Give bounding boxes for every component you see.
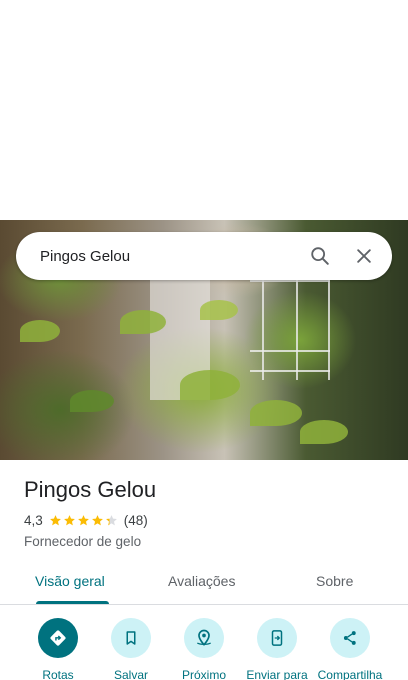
rating-row[interactable]: 4,3 (48) — [24, 513, 394, 528]
nearby-button[interactable]: Próximo — [164, 618, 244, 680]
tab-bar: Visão geral Avaliações Sobre — [0, 560, 408, 605]
photo-foliage — [180, 370, 240, 400]
blank-map-area — [0, 0, 408, 220]
active-tab-indicator — [36, 601, 109, 604]
place-title: Pingos Gelou — [24, 477, 157, 502]
search-icon[interactable] — [298, 234, 342, 278]
rating-stars — [49, 514, 119, 527]
directions-label: Rotas — [42, 668, 74, 680]
send-to-phone-icon — [257, 618, 297, 658]
photo-foliage — [200, 300, 238, 320]
action-bar: Rotas Salvar Próximo Enviar para Compart… — [0, 618, 408, 680]
send-to-phone-label: Enviar para — [246, 668, 308, 680]
save-button[interactable]: Salvar — [91, 618, 171, 680]
photo-foliage — [120, 310, 166, 334]
share-button[interactable]: Compartilha — [310, 618, 390, 680]
photo-railing-post — [262, 280, 264, 380]
share-label: Compartilha — [317, 668, 383, 680]
place-info: Pingos Gelou 4,3 (48) Fornecedor de gelo — [24, 476, 394, 549]
star-icon — [49, 515, 61, 526]
star-icon — [105, 515, 117, 526]
tab-reviews[interactable]: Avaliações — [168, 573, 235, 589]
photo-railing-post — [296, 280, 298, 380]
place-category[interactable]: Fornecedor de gelo — [24, 534, 394, 549]
star-icon — [63, 515, 75, 526]
bookmark-icon — [111, 618, 151, 658]
nearby-icon — [184, 618, 224, 658]
photo-foliage — [300, 420, 348, 444]
directions-button[interactable]: Rotas — [18, 618, 98, 680]
share-icon — [330, 618, 370, 658]
photo-foliage — [250, 400, 302, 426]
star-icon — [91, 515, 103, 526]
review-count[interactable]: (48) — [124, 513, 148, 528]
photo-foliage — [70, 390, 114, 412]
nearby-label: Próximo — [181, 668, 226, 680]
tab-overview[interactable]: Visão geral — [35, 573, 105, 589]
photo-railing-post — [328, 280, 330, 380]
star-icon — [77, 515, 89, 526]
directions-icon — [38, 618, 78, 658]
tab-about[interactable]: Sobre — [316, 573, 353, 589]
save-label: Salvar — [113, 668, 148, 680]
search-input[interactable]: Pingos Gelou — [40, 248, 298, 265]
close-icon[interactable] — [342, 234, 386, 278]
photo-foliage — [20, 320, 60, 342]
send-to-phone-button[interactable]: Enviar para — [237, 618, 317, 680]
search-bar[interactable]: Pingos Gelou — [16, 232, 392, 280]
rating-value: 4,3 — [24, 513, 43, 528]
